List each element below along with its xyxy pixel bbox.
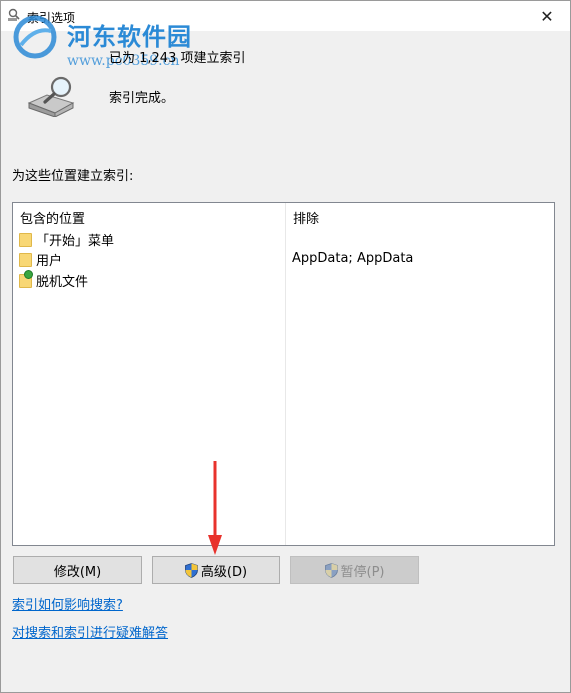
- close-button[interactable]: ✕: [524, 1, 570, 31]
- offline-folder-icon: [19, 270, 33, 288]
- list-item[interactable]: 用户: [19, 249, 62, 269]
- close-icon: ✕: [540, 6, 554, 26]
- title-bar: 索引选项 ✕: [1, 1, 570, 31]
- list-item[interactable]: 「开始」菜单: [19, 229, 114, 249]
- indexing-complete-text: 索引完成。: [109, 91, 175, 106]
- location-name: 脱机文件: [36, 274, 89, 290]
- folder-icon: [19, 231, 32, 247]
- pause-button[interactable]: 暂停(P): [290, 556, 419, 584]
- column-divider: [285, 203, 286, 545]
- how-indexing-affects-search-link[interactable]: 索引如何影响搜索?: [12, 594, 123, 613]
- excluded-value: AppData; AppData: [292, 251, 414, 266]
- advanced-button[interactable]: 高级(D): [152, 556, 280, 584]
- list-item[interactable]: 脱机文件: [19, 270, 88, 290]
- indexing-drive-icon: [27, 76, 75, 117]
- indexed-locations-list[interactable]: 包含的位置 排除 「开始」菜单 用户 AppData; AppData 脱机文件: [12, 202, 555, 546]
- advanced-button-label: 高级(D): [200, 564, 248, 580]
- uac-shield-icon: [324, 562, 338, 578]
- window-title: 索引选项: [27, 11, 76, 25]
- modify-button-label: 修改(M): [53, 564, 102, 580]
- indexing-options-window: 索引选项 ✕ 河东软件园 www.pc0359.cn 已为 1,243 项建立索…: [0, 0, 571, 693]
- indexed-count-text: 已为 1,243 项建立索引: [109, 51, 246, 66]
- included-locations-header[interactable]: 包含的位置: [20, 208, 85, 227]
- location-name: 用户: [36, 253, 63, 269]
- folder-icon: [19, 251, 32, 267]
- modify-button[interactable]: 修改(M): [13, 556, 142, 584]
- troubleshoot-search-link[interactable]: 对搜索和索引进行疑难解答: [12, 622, 168, 641]
- locations-label: 为这些位置建立索引:: [12, 169, 134, 184]
- indexing-options-icon: [8, 8, 20, 21]
- uac-shield-icon: [185, 562, 198, 578]
- excluded-header[interactable]: 排除: [293, 208, 319, 227]
- pause-button-label: 暂停(P): [340, 564, 385, 580]
- location-name: 「开始」菜单: [36, 233, 115, 249]
